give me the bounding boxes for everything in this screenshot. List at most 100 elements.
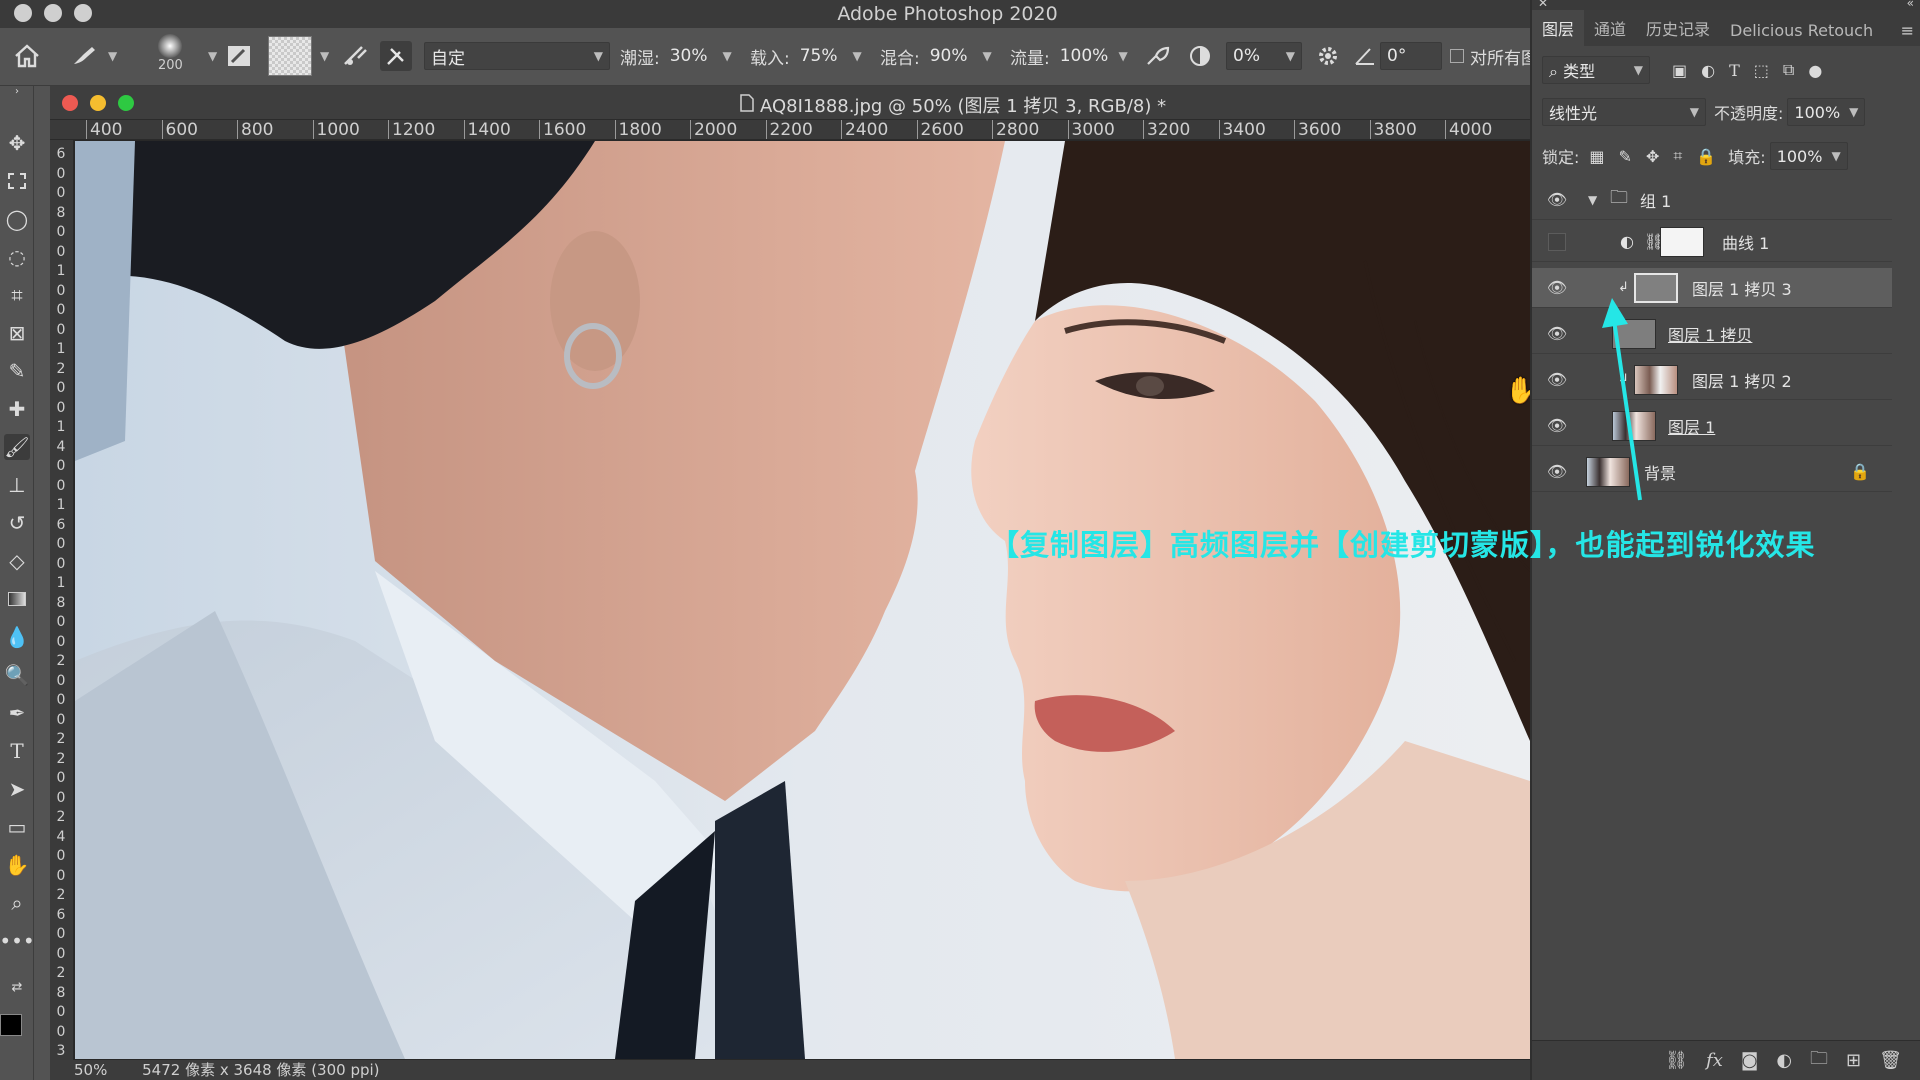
crop-tool-icon[interactable]: ⌗: [4, 282, 30, 308]
tab-layers[interactable]: 图层: [1532, 10, 1585, 46]
filter-type-icon[interactable]: T: [1729, 61, 1740, 80]
new-layer-icon[interactable]: ⊞: [1846, 1050, 1861, 1071]
horizontal-ruler[interactable]: 400 600 800 1000 1200 1400 1600 1800 2000 2200 240…: [50, 120, 1530, 140]
blend-mode-select[interactable]: 线性光 ▼: [1542, 98, 1706, 126]
vertical-ruler[interactable]: 6 0 0 8 0 0 1 0 0 0 1 2 0 0 1 4 0 0 1 6 0 0 1 8 0 0 2 0 0 0 2 2 0 0 2 4 0 0 2 6…: [50, 140, 74, 1060]
load-value[interactable]: 75%: [800, 46, 838, 66]
lock-position-icon[interactable]: ✥: [1646, 147, 1659, 166]
collapse-panel-icon[interactable]: «: [1907, 0, 1914, 10]
document-dimensions[interactable]: 5472 像素 x 3648 像素 (300 ppi): [142, 1061, 379, 1079]
add-mask-icon[interactable]: ◙: [1741, 1050, 1758, 1071]
close-panel-icon[interactable]: ✕: [1538, 0, 1548, 10]
clean-brush-icon[interactable]: [380, 41, 412, 71]
minimize-document-button[interactable]: [90, 95, 106, 111]
visibility-eye-icon[interactable]: 👁: [1546, 324, 1568, 343]
visibility-eye-icon[interactable]: 👁: [1546, 278, 1568, 297]
wet-value[interactable]: 30%: [670, 46, 708, 66]
marquee-tool-icon[interactable]: [4, 168, 30, 194]
zoom-level[interactable]: 50%: [74, 1061, 107, 1079]
visibility-toggle-off[interactable]: [1548, 232, 1566, 251]
flow-value[interactable]: 100%: [1060, 46, 1109, 66]
mixer-brush-icon[interactable]: ▼: [70, 41, 117, 71]
load-control[interactable]: 载入: 75% ▼: [750, 41, 868, 71]
smoothing-value[interactable]: 0%: [1233, 46, 1260, 66]
layer-filter-kind-select[interactable]: ⌕ 类型 ▼: [1542, 56, 1650, 84]
visibility-eye-icon[interactable]: 👁: [1546, 416, 1568, 435]
brush-tool-icon[interactable]: 🖌: [4, 434, 30, 460]
zoom-document-button[interactable]: [118, 95, 134, 111]
smoothing-control[interactable]: 0% ▼: [1226, 41, 1302, 71]
lock-image-pixels-icon[interactable]: ✎: [1619, 147, 1632, 166]
sample-all-layers-checkbox[interactable]: 对所有图: [1450, 41, 1538, 71]
new-adjustment-layer-icon[interactable]: ◐: [1776, 1050, 1792, 1071]
load-brush-icon[interactable]: [342, 41, 370, 71]
document-canvas[interactable]: ✋: [75, 141, 1530, 1059]
filter-pixel-icon[interactable]: ▣: [1672, 61, 1687, 80]
layer-style-fx-icon[interactable]: fx: [1706, 1050, 1723, 1071]
wet-control[interactable]: 潮湿: 30% ▼: [620, 41, 738, 71]
trash-icon[interactable]: 🗑: [1879, 1050, 1902, 1071]
history-brush-tool-icon[interactable]: ↺: [4, 510, 30, 536]
zoom-tool-icon[interactable]: ⌕: [4, 890, 30, 916]
blur-tool-icon[interactable]: 💧: [4, 624, 30, 650]
layer-row-curves[interactable]: ◐ ⛓ 曲线 1: [1532, 222, 1892, 262]
lock-artboard-icon[interactable]: ⌗: [1673, 146, 1682, 166]
smoothing-icon[interactable]: [1188, 41, 1212, 71]
mix-preset-select[interactable]: 自定 ▼: [424, 41, 610, 71]
foreground-color-swatch[interactable]: [0, 1014, 22, 1036]
layer-row-background[interactable]: 👁 背景 🔒: [1532, 452, 1892, 492]
chevron-down-icon[interactable]: ▼: [1588, 193, 1597, 207]
dodge-tool-icon[interactable]: 🔍: [4, 662, 30, 688]
layer-row-copy-3[interactable]: 👁 ↲ 图层 1 拷贝 3: [1532, 268, 1892, 308]
filter-shape-icon[interactable]: ⬚: [1754, 61, 1769, 80]
gradient-tool-icon[interactable]: [4, 586, 30, 612]
filter-smart-object-icon[interactable]: ⧉: [1783, 60, 1794, 80]
more-tools-icon[interactable]: •••: [0, 928, 35, 954]
flow-control[interactable]: 流量: 100% ▼: [1010, 41, 1134, 71]
hand-tool-icon[interactable]: ✋: [4, 852, 30, 878]
lasso-tool-icon[interactable]: ◯: [4, 206, 30, 232]
tab-history[interactable]: 历史记录: [1636, 10, 1720, 46]
close-document-button[interactable]: [62, 95, 78, 111]
filter-toggle-icon[interactable]: ●: [1808, 61, 1822, 80]
new-group-folder-icon[interactable]: 🗀: [1810, 1046, 1828, 1076]
move-tool-icon[interactable]: ✥: [4, 130, 30, 156]
layer-mask-thumbnail[interactable]: [1660, 226, 1704, 257]
type-tool-icon[interactable]: T: [4, 738, 30, 764]
visibility-eye-icon[interactable]: 👁: [1546, 370, 1568, 389]
home-icon[interactable]: [14, 41, 40, 71]
toolbar-collapse-icon[interactable]: ›: [4, 86, 30, 97]
lock-all-icon[interactable]: 🔒: [1696, 147, 1716, 166]
layer-row-copy-2[interactable]: 👁 ↲ 图层 1 拷贝 2: [1532, 360, 1892, 400]
swap-colors-icon[interactable]: ⇄: [4, 974, 30, 1000]
fill-field[interactable]: 100% ▼: [1769, 142, 1848, 170]
visibility-eye-icon[interactable]: 👁: [1546, 190, 1568, 209]
visibility-eye-icon[interactable]: 👁: [1546, 462, 1568, 481]
pen-tool-icon[interactable]: ✒: [4, 700, 30, 726]
angle-value[interactable]: 0°: [1387, 46, 1406, 66]
mix-control[interactable]: 混合: 90% ▼: [880, 41, 998, 71]
tab-delicious-retouch[interactable]: Delicious Retouch: [1720, 15, 1883, 46]
lock-icon[interactable]: 🔒: [1850, 462, 1870, 481]
clone-stamp-tool-icon[interactable]: ⊥: [4, 472, 30, 498]
filter-adjustment-icon[interactable]: ◐: [1701, 61, 1715, 80]
gear-icon[interactable]: [1316, 41, 1340, 71]
healing-brush-tool-icon[interactable]: ✚: [4, 396, 30, 422]
eyedropper-tool-icon[interactable]: ✎: [4, 358, 30, 384]
link-layers-icon[interactable]: ⛓: [1665, 1050, 1688, 1071]
panel-menu-icon[interactable]: ≡: [1893, 15, 1920, 46]
rectangle-tool-icon[interactable]: ▭: [4, 814, 30, 840]
eraser-tool-icon[interactable]: ◇: [4, 548, 30, 574]
brush-settings-panel-icon[interactable]: [226, 41, 252, 71]
frame-tool-icon[interactable]: ⊠: [4, 320, 30, 346]
layer-row-copy[interactable]: 👁 图层 1 拷贝: [1532, 314, 1892, 354]
tab-channels[interactable]: 通道: [1584, 10, 1636, 46]
document-window-controls[interactable]: [62, 95, 134, 111]
angle-field[interactable]: 0°: [1380, 41, 1442, 71]
brush-preset-picker[interactable]: 200: [158, 34, 183, 78]
opacity-field[interactable]: 100% ▼: [1787, 98, 1866, 126]
path-selection-tool-icon[interactable]: ➤: [4, 776, 30, 802]
layer-row-group[interactable]: 👁 ▼ 🗀 组 1: [1532, 180, 1892, 220]
airbrush-icon[interactable]: [1144, 41, 1172, 71]
mix-value[interactable]: 90%: [930, 46, 968, 66]
